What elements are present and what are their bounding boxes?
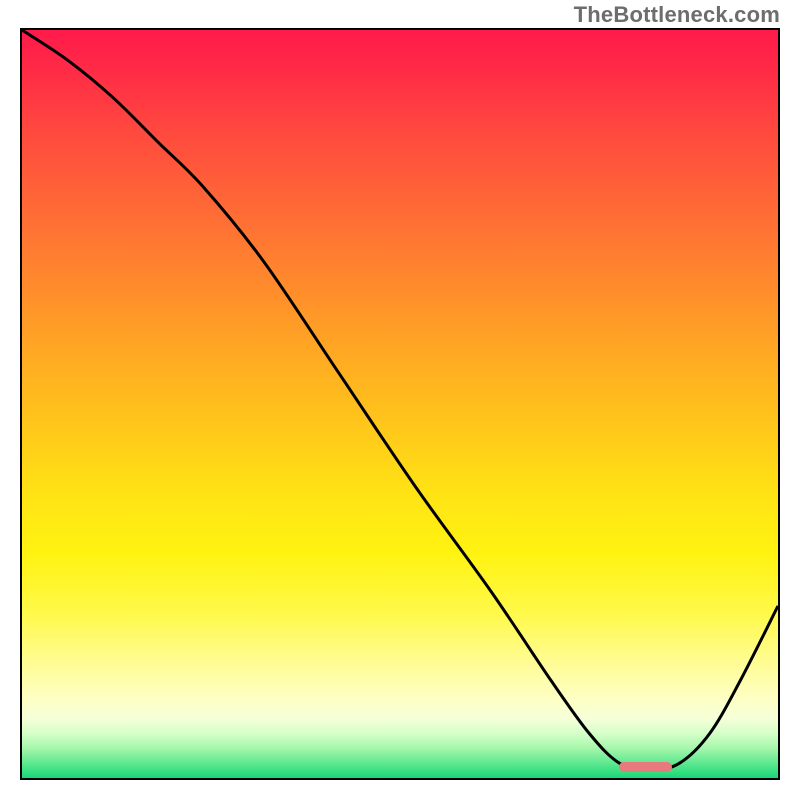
- plot-area: [20, 28, 780, 780]
- bottleneck-curve: [22, 30, 778, 778]
- optimal-range-marker: [619, 762, 672, 772]
- chart-container: TheBottleneck.com: [0, 0, 800, 800]
- curve-path: [22, 30, 778, 771]
- attribution-text: TheBottleneck.com: [574, 2, 780, 28]
